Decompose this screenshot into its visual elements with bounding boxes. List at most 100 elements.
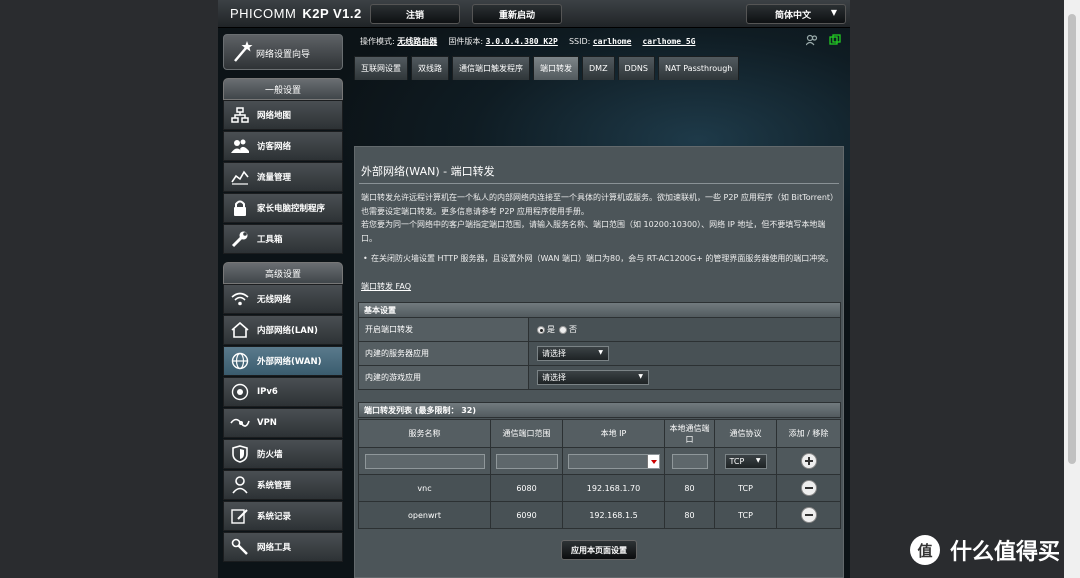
- local-port-input[interactable]: [671, 453, 708, 469]
- faq-link[interactable]: 端口转发 FAQ: [361, 281, 411, 292]
- column-header: 服务名称: [358, 419, 491, 448]
- port-range-input[interactable]: [495, 453, 558, 469]
- tab-ddns[interactable]: DDNS: [617, 56, 655, 80]
- game-app-row: 内建的游戏应用 请选择 ▼: [358, 366, 841, 390]
- content-panel: 外部网络(WAN) - 端口转发 端口转发允许远程计算机在一个私人的内部网络内连…: [354, 146, 844, 578]
- setup-wizard-label: 网络设置向导: [256, 50, 311, 60]
- ssid-link-5g[interactable]: carlhome_5G: [642, 37, 695, 46]
- reboot-button[interactable]: 重新启动: [472, 4, 562, 24]
- general-settings-header: 一般设置: [223, 78, 343, 100]
- sidebar-item-network-map[interactable]: 网络地图: [223, 100, 343, 130]
- port-forward-table: 服务名称 通信端口范围 本地 IP 本地通信端口 通信协议 添加 / 移除 TC…: [358, 419, 841, 529]
- sidebar-item-wan[interactable]: 外部网络(WAN): [223, 346, 343, 376]
- select-value: TCP: [729, 456, 745, 466]
- table-row: openwrt 6090 192.168.1.5 80 TCP: [358, 501, 841, 529]
- user-icon: [229, 474, 251, 496]
- tab-internet[interactable]: 互联网设置: [354, 56, 408, 80]
- table-header-row: 服务名称 通信端口范围 本地 IP 本地通信端口 通信协议 添加 / 移除: [358, 419, 841, 448]
- operation-mode-label: 操作模式:: [360, 37, 395, 46]
- add-rule-button[interactable]: [800, 453, 817, 469]
- scrollbar[interactable]: [1064, 0, 1080, 578]
- sidebar-item-traffic-manager[interactable]: 流量管理: [223, 162, 343, 192]
- ssid-link-2g[interactable]: carlhome: [593, 37, 632, 46]
- scrollbar-thumb[interactable]: [1068, 14, 1076, 464]
- brand-name: PHICOMM: [230, 6, 297, 21]
- sidebar-item-label: VPN: [257, 418, 277, 428]
- sidebar-item-firewall[interactable]: 防火墙: [223, 439, 343, 469]
- clients-icon[interactable]: [805, 34, 818, 46]
- sidebar-item-network-tools[interactable]: 网络工具: [223, 532, 343, 562]
- table-cell: TCP: [714, 501, 777, 529]
- table-cell: [776, 501, 841, 529]
- column-header: 通信端口范围: [490, 419, 563, 448]
- sidebar-item-label: 系统管理: [257, 481, 292, 491]
- sidebar-item-toolbox[interactable]: 工具箱: [223, 224, 343, 254]
- sidebar-item-parental-control[interactable]: 家长电脑控制程序: [223, 193, 343, 223]
- select-value: 请选择: [542, 349, 566, 358]
- server-app-select[interactable]: 请选择 ▼: [537, 346, 609, 361]
- sidebar-item-label: 工具箱: [257, 235, 283, 245]
- field-value: 是 否: [529, 318, 840, 341]
- lock-icon: [229, 197, 251, 219]
- column-header: 本地通信端口: [664, 419, 715, 448]
- firmware-link[interactable]: 3.0.0.4.380_K2P: [486, 37, 558, 46]
- table-cell: [490, 447, 563, 475]
- tab-dual-wan[interactable]: 双线路: [411, 56, 449, 80]
- remove-rule-button[interactable]: [800, 480, 817, 496]
- remove-rule-button[interactable]: [800, 507, 817, 523]
- field-label: 内建的游戏应用: [359, 366, 529, 389]
- local-ip-input[interactable]: [567, 453, 660, 469]
- table-cell: TCP: [714, 474, 777, 502]
- radio-label: 否: [569, 325, 577, 334]
- enable-yes-radio[interactable]: [537, 325, 545, 334]
- field-value: 请选择 ▼: [529, 342, 840, 365]
- operation-mode-link[interactable]: 无线路由器: [397, 37, 437, 46]
- sidebar-item-administration[interactable]: 系统管理: [223, 470, 343, 500]
- tab-nat-passthrough[interactable]: NAT Passthrough: [657, 56, 740, 80]
- table-cell: [664, 447, 715, 475]
- page-background-left: [0, 0, 218, 578]
- brand-logo: PHICOMM K2P V1.2: [230, 6, 362, 21]
- tab-dmz[interactable]: DMZ: [582, 56, 615, 80]
- table-cell: TCP ▼: [714, 447, 777, 475]
- sidebar-item-label: IPv6: [257, 387, 278, 397]
- chevron-down-icon: ▼: [755, 456, 761, 464]
- sidebar-item-system-log[interactable]: 系统记录: [223, 501, 343, 531]
- sidebar-item-wireless[interactable]: 无线网络: [223, 284, 343, 314]
- watermark-text: 什么值得买: [950, 540, 1061, 565]
- ssid-label: SSID:: [568, 37, 591, 46]
- tab-port-trigger[interactable]: 通信端口触发程序: [452, 56, 530, 80]
- sidebar-item-lan[interactable]: 内部网络(LAN): [223, 315, 343, 345]
- sidebar-item-ipv6[interactable]: IPv6: [223, 377, 343, 407]
- sidebar-item-label: 防火墙: [257, 450, 283, 460]
- column-header: 添加 / 移除: [776, 419, 841, 448]
- table-cell: vnc: [358, 474, 491, 502]
- table-cell: openwrt: [358, 501, 491, 529]
- sidebar-item-label: 无线网络: [257, 295, 292, 305]
- vpn-icon: [229, 412, 251, 434]
- sidebar-item-label: 家长电脑控制程序: [257, 204, 326, 214]
- setup-wizard-button[interactable]: 网络设置向导: [223, 34, 343, 70]
- chevron-down-icon: ▼: [830, 8, 837, 17]
- service-name-input[interactable]: [364, 453, 485, 469]
- edit-icon: [229, 505, 251, 527]
- tab-port-forwarding[interactable]: 端口转发: [533, 56, 579, 80]
- game-app-select[interactable]: 请选择 ▼: [537, 370, 649, 385]
- field-label: 开启端口转发: [359, 318, 529, 341]
- language-select[interactable]: 简体中文 ▼: [746, 4, 846, 24]
- top-bar: PHICOMM K2P V1.2 注销 重新启动 简体中文 ▼: [218, 0, 850, 28]
- dropdown-arrow-icon[interactable]: [646, 454, 659, 468]
- field-value: 请选择 ▼: [529, 366, 840, 389]
- usb-status-icon[interactable]: [829, 34, 841, 46]
- sidebar-item-vpn[interactable]: VPN: [223, 408, 343, 438]
- sidebar-item-label: 网络地图: [257, 111, 292, 121]
- apply-button[interactable]: 应用本页面设置: [561, 540, 637, 560]
- enable-no-radio[interactable]: [559, 325, 567, 334]
- watermark-badge: 值: [910, 535, 940, 565]
- protocol-select[interactable]: TCP ▼: [724, 453, 767, 469]
- logout-button[interactable]: 注销: [370, 4, 460, 24]
- sidebar-item-label: 系统记录: [257, 512, 292, 522]
- sidebar-item-label: 流量管理: [257, 173, 292, 183]
- sidebar-item-guest-network[interactable]: 访客网络: [223, 131, 343, 161]
- field-label: 内建的服务器应用: [359, 342, 529, 365]
